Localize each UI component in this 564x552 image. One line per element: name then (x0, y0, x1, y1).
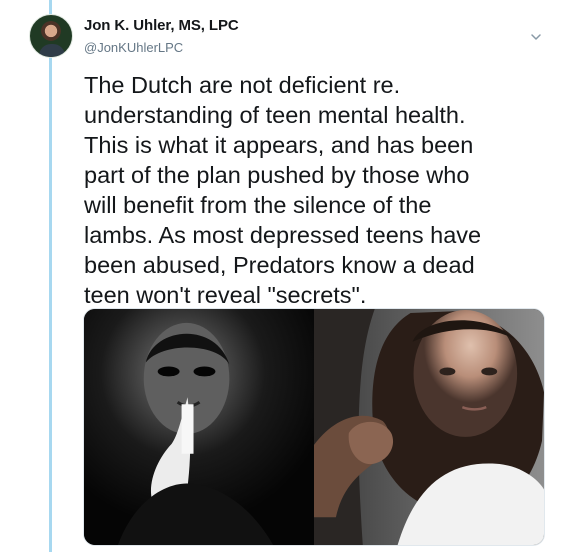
avatar[interactable] (29, 14, 73, 58)
tweet-media[interactable] (83, 308, 545, 546)
tweet: Jon K. Uhler, MS, LPC @JonKUhlerLPC The … (0, 0, 564, 552)
tweet-menu-button[interactable] (527, 28, 545, 46)
chevron-down-icon (531, 34, 541, 40)
tweet-screenshot: Jon K. Uhler, MS, LPC @JonKUhlerLPC The … (0, 0, 564, 552)
display-name[interactable]: Jon K. Uhler, MS, LPC (84, 17, 239, 34)
avatar-shirt (39, 44, 65, 57)
media-image (84, 309, 544, 545)
tweet-text: The Dutch are not deficient re. understa… (84, 72, 482, 308)
handle[interactable]: @JonKUhlerLPC (84, 40, 183, 55)
